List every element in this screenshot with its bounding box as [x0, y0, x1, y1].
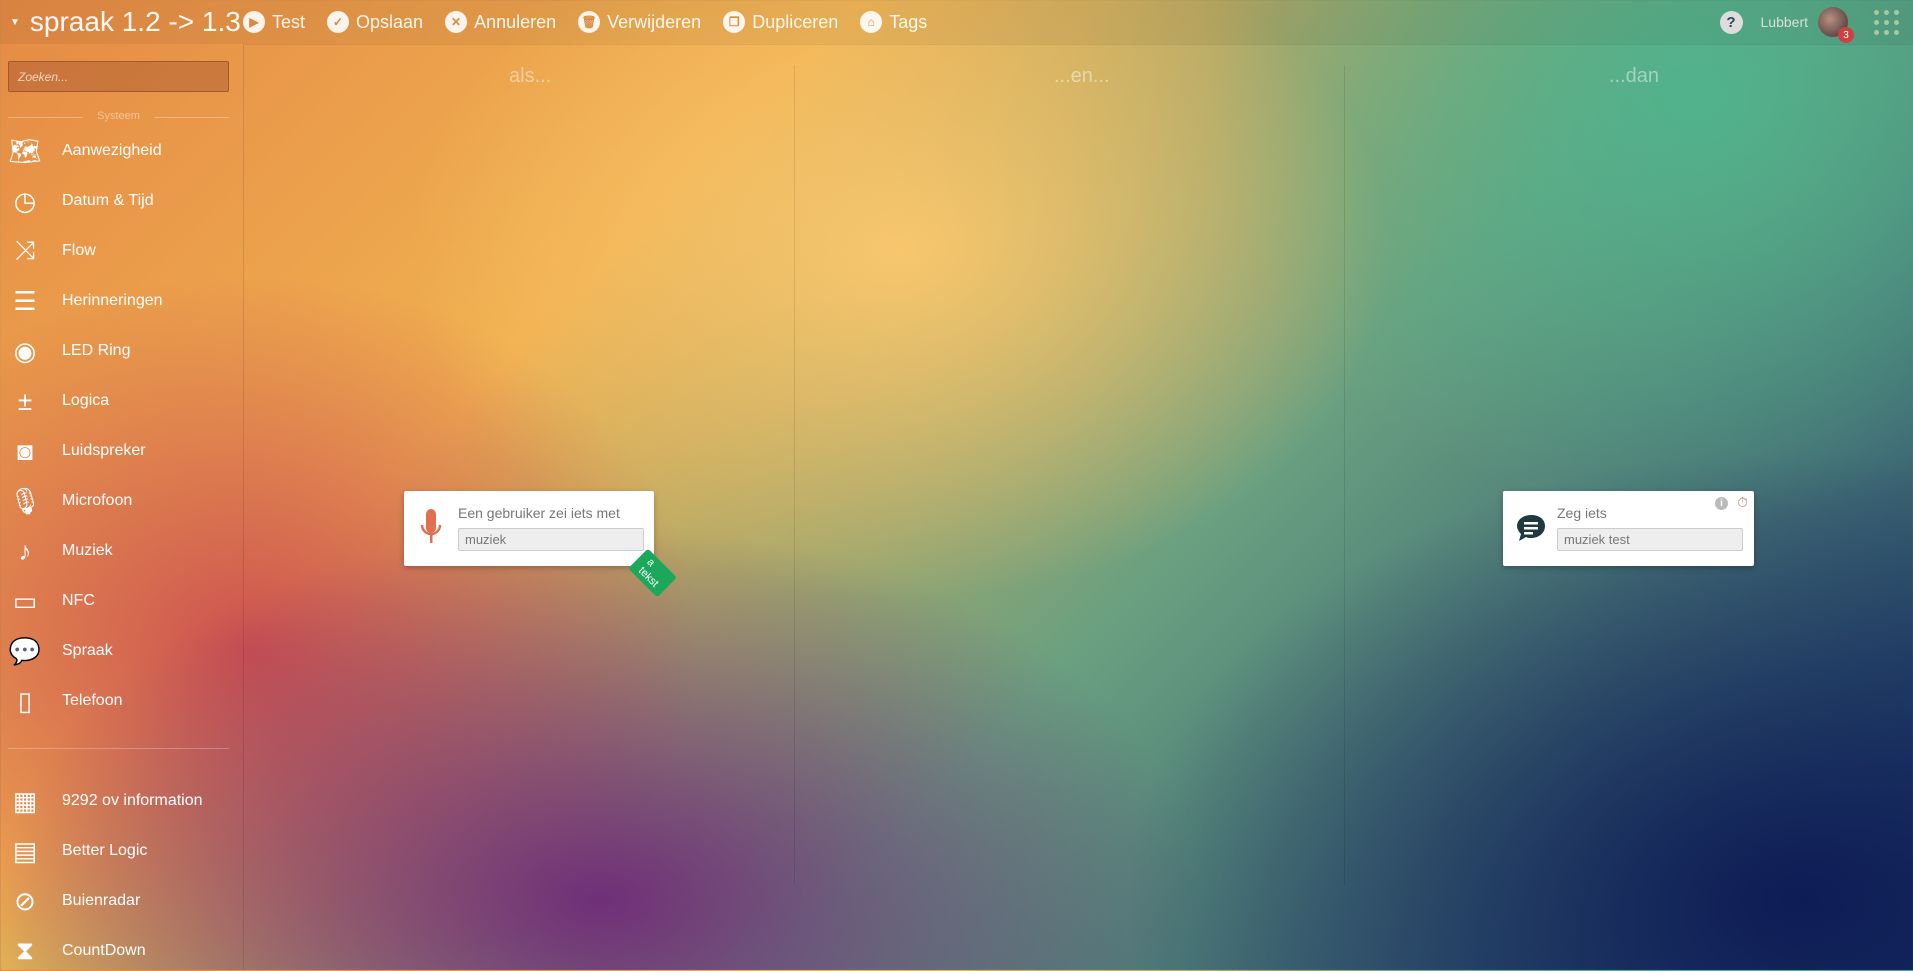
speaker-icon: ◙ [17, 435, 33, 466]
search-input[interactable]: Zoeken... [8, 61, 229, 92]
sidebar-item-nfc[interactable]: ▭ NFC [0, 581, 243, 621]
token-tag[interactable]: a tekst [628, 548, 678, 598]
card-label: Zeg iets [1557, 505, 1607, 521]
sidebar-item-label: Datum & Tijd [62, 192, 154, 209]
clock-icon: ◷ [13, 185, 37, 216]
math-icon: ± [17, 385, 33, 416]
sidebar-item-label: LED Ring [62, 342, 131, 359]
sidebar-item-herinneringen[interactable]: ☰ Herinneringen [0, 281, 243, 321]
sidebar-item-flow[interactable]: ⤨ Flow [0, 231, 243, 271]
calculator-icon: ▤ [12, 835, 38, 866]
notepad-icon: ☰ [13, 285, 37, 316]
sidebar-item-label: Microfoon [62, 492, 133, 509]
user-name[interactable]: Lubbert [1761, 14, 1808, 30]
sidebar-item-countdown[interactable]: ⧗ CountDown [0, 931, 243, 971]
column-and: ...en... [1054, 65, 1110, 87]
sidebar-item-label: Luidspreker [62, 442, 146, 459]
apps-grid-icon[interactable] [1874, 9, 1899, 35]
trash-icon: 🗑 [578, 11, 601, 33]
sidebar-item-luidspreker[interactable]: ◙ Luidspreker [0, 431, 243, 471]
sidebar-item-label: Herinneringen [62, 292, 163, 309]
sidebar-item-label: 9292 ov information [62, 792, 203, 809]
column-divider [1344, 65, 1345, 885]
sidebar-item-label: Flow [62, 242, 96, 259]
top-bar: ▼ spraak 1.2 -> 1.3 ▶ Test ✓ Opslaan ✕ Annul… [0, 0, 1913, 44]
sidebar-item-logica[interactable]: ± Logica [0, 381, 243, 421]
sidebar-item-muziek[interactable]: ♪ Muziek [0, 531, 243, 571]
sidebar-item-led-ring[interactable]: ◉ LED Ring [0, 331, 243, 371]
notification-badge: 3 [1838, 27, 1854, 43]
sidebar-item-label: Muziek [62, 542, 113, 559]
info-icon[interactable]: i [1715, 497, 1728, 510]
music-note-icon: ♪ [18, 535, 32, 566]
test-button[interactable]: ▶ Test [243, 11, 305, 33]
buienradar-icon: ⊘ [14, 885, 36, 916]
trigger-text-field[interactable]: muziek [458, 528, 644, 551]
phone-icon: ▯ [17, 685, 33, 716]
flow-canvas: als... ...en... ...dan Een gebruiker zei… [243, 44, 1913, 970]
sidebar-item-9292-ov-information[interactable]: ▦ 9292 ov information [0, 781, 243, 821]
action-card[interactable]: Zeg iets muziek test i ⏱ [1503, 491, 1754, 566]
sidebar: Zoeken... Systeem 🗺 Aanwezigheid ◷ Datum & … [0, 44, 243, 970]
flow-title[interactable]: ▼ spraak 1.2 -> 1.3 [10, 6, 243, 38]
copy-icon: ❐ [723, 11, 746, 33]
stopwatch-icon[interactable]: ⏱ [1737, 494, 1748, 511]
cancel-button[interactable]: ✕ Annuleren [445, 11, 556, 33]
sidebar-item-better-logic[interactable]: ▤ Better Logic [0, 831, 243, 871]
column-then: ...dan [1609, 65, 1660, 87]
sidebar-item-spraak[interactable]: 💬 Spraak [0, 631, 243, 671]
microphone-icon [420, 509, 442, 543]
sidebar-item-label: Buienradar [62, 892, 141, 909]
9292-icon: ▦ [12, 785, 38, 816]
divider [8, 748, 229, 749]
led-ring-icon: ◉ [13, 335, 37, 366]
column-when: als... [509, 65, 552, 87]
sidebar-item-label: NFC [62, 592, 95, 609]
save-button[interactable]: ✓ Opslaan [327, 11, 423, 33]
speech-bubble-icon: 💬 [8, 635, 42, 666]
shuffle-icon: ⤨ [14, 235, 36, 265]
hourglass-icon: ⧗ [15, 935, 35, 965]
close-icon: ✕ [445, 11, 468, 33]
action-text-field[interactable]: muziek test [1557, 528, 1743, 551]
play-icon: ▶ [243, 11, 265, 33]
sidebar-item-buienradar[interactable]: ⊘ Buienradar [0, 881, 243, 921]
sidebar-item-label: Better Logic [62, 842, 148, 859]
sidebar-item-label: Spraak [62, 642, 113, 659]
nfc-icon: ▭ [12, 585, 38, 616]
check-icon: ✓ [327, 11, 350, 33]
card-label: Een gebruiker zei iets met [458, 505, 620, 521]
sidebar-item-label: Telefoon [62, 692, 123, 709]
delete-button[interactable]: 🗑 Verwijderen [578, 11, 701, 33]
sidebar-item-microfoon[interactable]: 🎙 Microfoon [0, 481, 243, 521]
speech-bubble-icon [1517, 515, 1545, 541]
tags-button[interactable]: ⌂ Tags [860, 11, 927, 33]
help-button[interactable]: ? [1719, 10, 1743, 34]
sidebar-item-aanwezigheid[interactable]: 🗺 Aanwezigheid [0, 131, 243, 171]
duplicate-button[interactable]: ❐ Dupliceren [723, 11, 838, 33]
microphone-icon: 🎙 [8, 485, 42, 516]
sidebar-item-datum-tijd[interactable]: ◷ Datum & Tijd [0, 181, 243, 221]
sidebar-item-label: Logica [62, 392, 110, 409]
column-divider [794, 65, 795, 885]
avatar[interactable]: 3 [1818, 7, 1854, 43]
map-icon: 🗺 [8, 135, 42, 166]
section-header: Systeem [8, 110, 229, 122]
tag-icon: ⌂ [860, 11, 883, 33]
sidebar-item-telefoon[interactable]: ▯ Telefoon [0, 681, 243, 721]
caret-down-icon: ▼ [10, 16, 20, 28]
trigger-card[interactable]: Een gebruiker zei iets met muziek a teks… [404, 491, 678, 598]
sidebar-item-label: Aanwezigheid [62, 142, 162, 159]
sidebar-item-label: CountDown [62, 942, 146, 959]
